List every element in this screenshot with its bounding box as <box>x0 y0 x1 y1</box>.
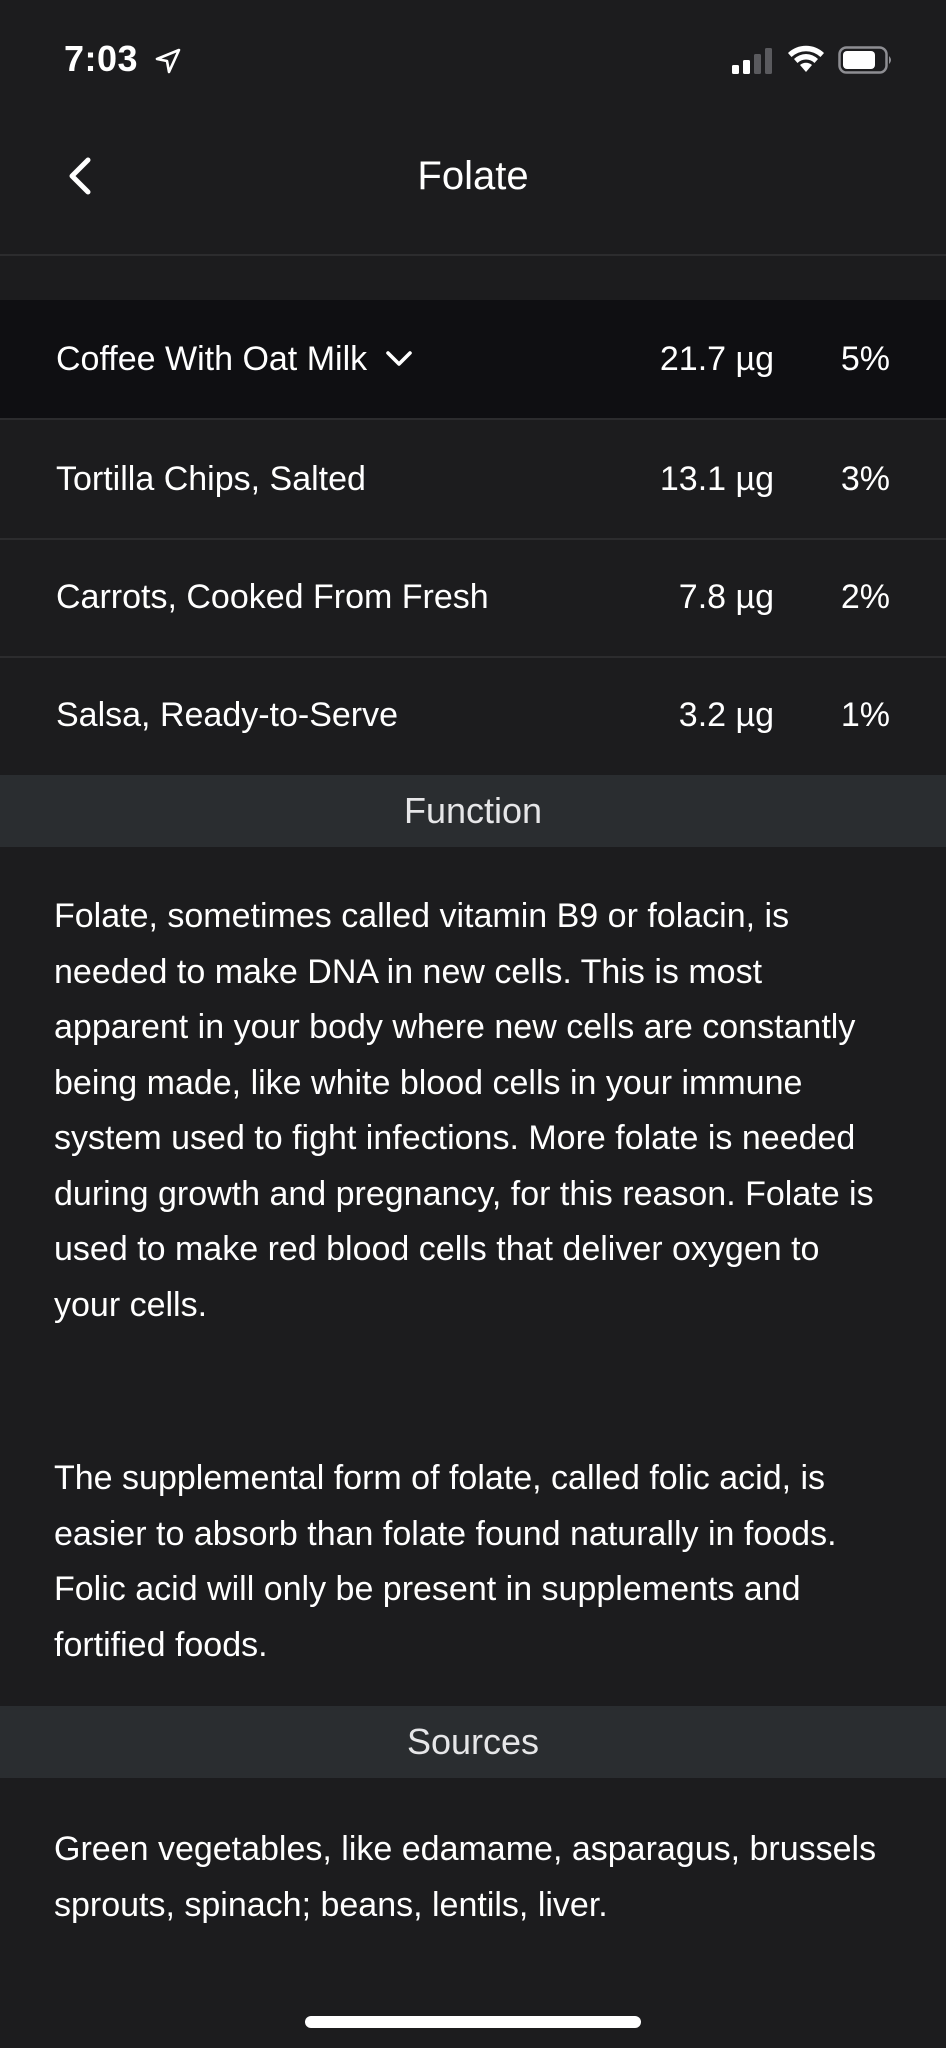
home-indicator[interactable] <box>305 2016 641 2028</box>
navigation-bar: Folate <box>0 120 946 230</box>
food-percent: 5% <box>840 340 890 378</box>
food-name: Salsa, Ready-to-Serve <box>56 696 399 734</box>
sources-section-header: Sources <box>0 1706 946 1778</box>
folate-detail-screen: 7:03 Folate Cauliflowe <box>0 0 946 2048</box>
food-name: Tortilla Chips, Salted <box>56 460 366 498</box>
status-time: 7:03 <box>64 38 139 79</box>
food-percent: 2% <box>840 578 890 616</box>
food-name: Carrots, Cooked From Fresh <box>56 578 489 616</box>
function-paragraph-2: The supplemental form of folate, called … <box>54 1459 846 1664</box>
food-amount: 13.1 µg <box>659 460 774 498</box>
page-title: Folate <box>417 154 529 198</box>
cellular-signal-icon <box>732 48 772 74</box>
sources-text: Green vegetables, like edamame, asparagu… <box>54 1830 886 1924</box>
food-amount: 3.2 µg <box>678 696 774 734</box>
food-row[interactable]: Salsa, Ready-to-Serve 3.2 µg 1% <box>0 656 946 774</box>
food-name: Coffee With Oat Milk <box>56 300 413 418</box>
food-percent: 3% <box>840 460 890 498</box>
battery-icon <box>838 46 891 74</box>
wifi-icon <box>788 45 824 72</box>
food-row-selected[interactable]: Coffee With Oat Milk 21.7 µg 5% <box>0 300 946 420</box>
chevron-down-icon[interactable] <box>385 350 413 368</box>
food-percent: 1% <box>840 696 890 734</box>
food-amount: 7.8 µg <box>678 578 774 616</box>
location-arrow-icon <box>155 48 181 74</box>
function-paragraph-1: Folate, sometimes called vitamin B9 or f… <box>54 897 884 1324</box>
food-name-text: Coffee With Oat Milk <box>56 340 368 378</box>
food-row[interactable]: Tortilla Chips, Salted 13.1 µg 3% <box>0 420 946 540</box>
function-section-header: Function <box>0 775 946 847</box>
food-amount: 21.7 µg <box>659 340 774 378</box>
food-row[interactable]: Carrots, Cooked From Fresh 7.8 µg 2% <box>0 538 946 658</box>
status-bar: 7:03 <box>0 0 946 120</box>
